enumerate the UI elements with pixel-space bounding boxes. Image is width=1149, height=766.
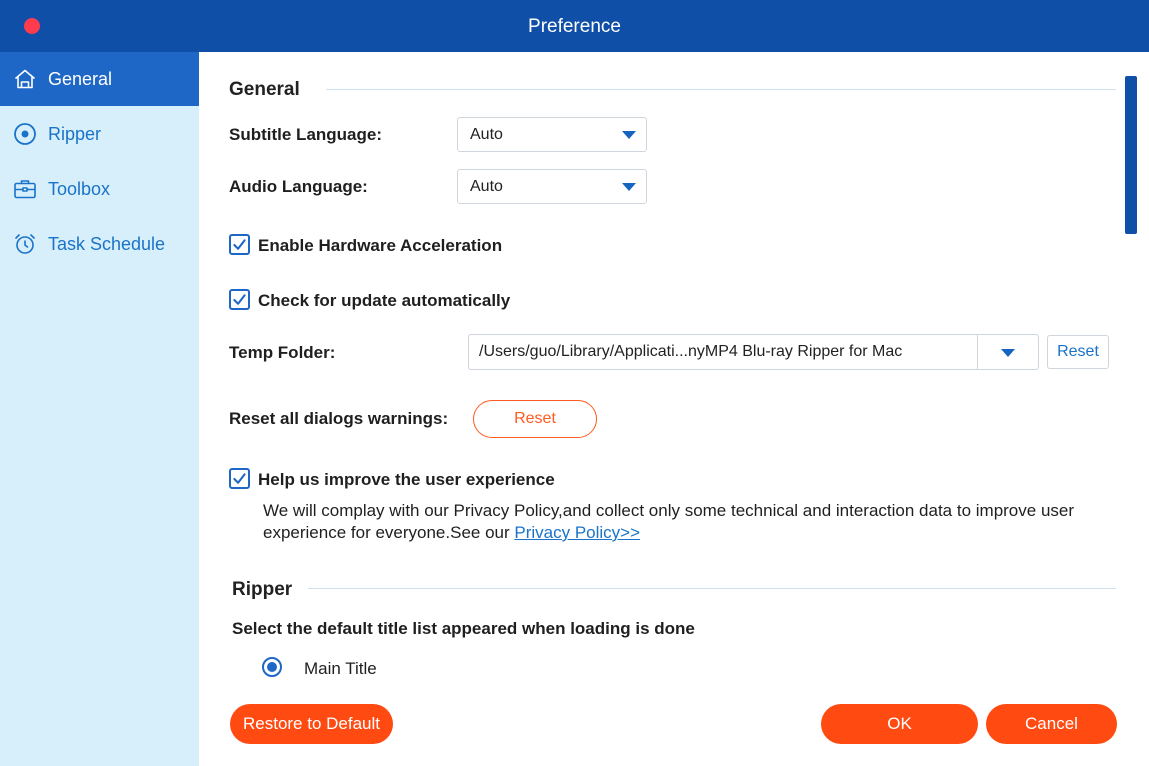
window-title: Preference xyxy=(528,16,621,37)
sidebar-item-general[interactable]: General xyxy=(0,52,199,106)
checkmark-icon xyxy=(233,294,246,305)
reset-dialogs-button[interactable]: Reset xyxy=(473,400,597,438)
audio-language-select[interactable]: Auto xyxy=(457,169,647,204)
chevron-down-icon xyxy=(622,182,636,191)
temp-folder-reset-button[interactable]: Reset xyxy=(1047,335,1109,369)
privacy-text: We will complay with our Privacy Policy,… xyxy=(263,501,1075,542)
privacy-description: We will complay with our Privacy Policy,… xyxy=(263,500,1093,544)
improve-experience-label: Help us improve the user experience xyxy=(258,470,555,489)
preferences-panel: General Subtitle Language: Auto Audio La… xyxy=(199,52,1149,766)
scrollbar-thumb[interactable] xyxy=(1125,76,1137,234)
main-title-radio[interactable] xyxy=(262,657,282,677)
temp-folder-path: /Users/guo/Library/Applicati...nyMP4 Blu… xyxy=(479,343,903,360)
chevron-down-icon[interactable] xyxy=(1001,349,1015,357)
sidebar-item-label: Toolbox xyxy=(48,178,111,199)
section-title-general: General xyxy=(229,79,300,100)
sidebar-item-toolbox[interactable]: Toolbox xyxy=(0,162,199,216)
hardware-acceleration-checkbox[interactable] xyxy=(229,234,250,255)
subtitle-language-label: Subtitle Language: xyxy=(229,125,382,144)
ok-button[interactable]: OK xyxy=(821,704,978,744)
audio-language-value: Auto xyxy=(470,177,503,195)
divider xyxy=(977,335,978,369)
toolbox-icon xyxy=(12,176,38,202)
section-divider xyxy=(308,588,1116,589)
main-title-label: Main Title xyxy=(304,659,377,678)
restore-default-button[interactable]: Restore to Default xyxy=(230,704,393,744)
sidebar-item-label: General xyxy=(48,68,113,89)
cancel-button[interactable]: Cancel xyxy=(986,704,1117,744)
sidebar-item-task-schedule[interactable]: Task Schedule xyxy=(0,217,199,271)
sidebar-item-label: Ripper xyxy=(48,123,102,144)
checkmark-icon xyxy=(233,473,246,484)
improve-experience-checkbox[interactable] xyxy=(229,468,250,489)
check-update-label: Check for update automatically xyxy=(258,291,511,310)
privacy-policy-link[interactable]: Privacy Policy>> xyxy=(514,523,640,542)
audio-language-label: Audio Language: xyxy=(229,177,368,196)
sidebar-item-label: Task Schedule xyxy=(48,233,166,254)
checkmark-icon xyxy=(233,239,246,250)
subtitle-language-value: Auto xyxy=(470,125,503,143)
home-icon xyxy=(12,66,38,92)
section-title-ripper: Ripper xyxy=(232,579,293,600)
temp-folder-select[interactable]: /Users/guo/Library/Applicati...nyMP4 Blu… xyxy=(468,334,1039,370)
check-update-checkbox[interactable] xyxy=(229,289,250,310)
sidebar: General Ripper Toolbox Task Schedule xyxy=(0,52,199,766)
hardware-acceleration-label: Enable Hardware Acceleration xyxy=(258,236,503,255)
alarm-clock-icon xyxy=(12,231,38,257)
section-divider xyxy=(326,89,1116,90)
title-list-label: Select the default title list appeared w… xyxy=(232,619,695,638)
reset-dialogs-label: Reset all dialogs warnings: xyxy=(229,409,449,428)
chevron-down-icon xyxy=(622,130,636,139)
subtitle-language-select[interactable]: Auto xyxy=(457,117,647,152)
title-bar: Preference xyxy=(0,0,1149,52)
sidebar-item-ripper[interactable]: Ripper xyxy=(0,107,199,161)
temp-folder-label: Temp Folder: xyxy=(229,343,336,362)
radio-selected-dot xyxy=(267,662,277,672)
disc-icon xyxy=(12,121,38,147)
